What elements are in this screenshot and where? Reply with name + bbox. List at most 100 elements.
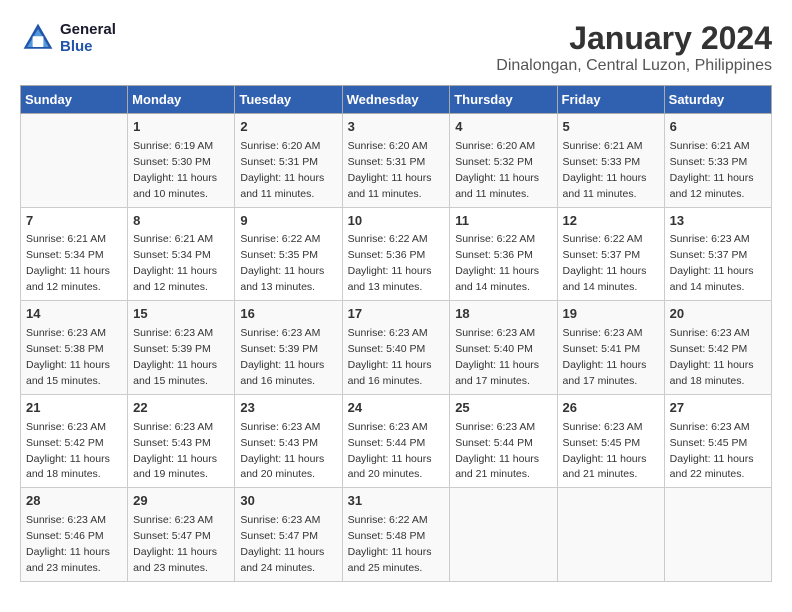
- calendar-cell: 21 Sunrise: 6:23 AMSunset: 5:42 PMDayligh…: [21, 394, 128, 488]
- day-number: 24: [348, 399, 445, 418]
- cell-info: Sunrise: 6:21 AMSunset: 5:34 PMDaylight:…: [133, 233, 217, 293]
- cell-info: Sunrise: 6:23 AMSunset: 5:43 PMDaylight:…: [133, 421, 217, 481]
- day-number: 6: [670, 118, 766, 137]
- calendar-cell: 8 Sunrise: 6:21 AMSunset: 5:34 PMDaylight…: [128, 207, 235, 301]
- calendar-cell: 5Sunrise: 6:21 AMSunset: 5:33 PMDaylight…: [557, 114, 664, 208]
- cell-info: Sunrise: 6:23 AMSunset: 5:44 PMDaylight:…: [455, 421, 539, 481]
- calendar-cell: 18 Sunrise: 6:23 AMSunset: 5:40 PMDayligh…: [450, 301, 557, 395]
- calendar-cell: 23 Sunrise: 6:23 AMSunset: 5:43 PMDayligh…: [235, 394, 342, 488]
- header-row: SundayMondayTuesdayWednesdayThursdayFrid…: [21, 86, 772, 114]
- day-number: 14: [26, 305, 122, 324]
- calendar-cell: 29 Sunrise: 6:23 AMSunset: 5:47 PMDayligh…: [128, 488, 235, 582]
- calendar-cell: 1 Sunrise: 6:19 AMSunset: 5:30 PMDaylight…: [128, 114, 235, 208]
- day-number: 8: [133, 212, 229, 231]
- header-cell-friday: Friday: [557, 86, 664, 114]
- calendar-cell: 4 Sunrise: 6:20 AMSunset: 5:32 PMDaylight…: [450, 114, 557, 208]
- calendar-cell: 19Sunrise: 6:23 AMSunset: 5:41 PMDayligh…: [557, 301, 664, 395]
- day-number: 16: [240, 305, 336, 324]
- day-number: 1: [133, 118, 229, 137]
- header-cell-wednesday: Wednesday: [342, 86, 450, 114]
- calendar-cell: 15Sunrise: 6:23 AMSunset: 5:39 PMDayligh…: [128, 301, 235, 395]
- day-number: 18: [455, 305, 551, 324]
- cell-info: Sunrise: 6:23 AMSunset: 5:47 PMDaylight:…: [240, 514, 324, 574]
- calendar-cell: 22 Sunrise: 6:23 AMSunset: 5:43 PMDayligh…: [128, 394, 235, 488]
- cell-info: Sunrise: 6:23 AMSunset: 5:37 PMDaylight:…: [670, 233, 754, 293]
- day-number: 4: [455, 118, 551, 137]
- cell-info: Sunrise: 6:23 AMSunset: 5:47 PMDaylight:…: [133, 514, 217, 574]
- calendar-cell: [450, 488, 557, 582]
- main-title: January 2024: [496, 20, 772, 57]
- calendar-cell: 6Sunrise: 6:21 AMSunset: 5:33 PMDaylight…: [664, 114, 771, 208]
- day-number: 21: [26, 399, 122, 418]
- calendar-cell: 24 Sunrise: 6:23 AMSunset: 5:44 PMDayligh…: [342, 394, 450, 488]
- cell-info: Sunrise: 6:23 AMSunset: 5:44 PMDaylight:…: [348, 421, 432, 481]
- logo: General Blue: [20, 20, 116, 56]
- cell-info: Sunrise: 6:23 AMSunset: 5:45 PMDaylight:…: [563, 421, 647, 481]
- week-row-4: 21 Sunrise: 6:23 AMSunset: 5:42 PMDayligh…: [21, 394, 772, 488]
- day-number: 11: [455, 212, 551, 231]
- week-row-2: 7Sunrise: 6:21 AMSunset: 5:34 PMDaylight…: [21, 207, 772, 301]
- cell-info: Sunrise: 6:21 AMSunset: 5:33 PMDaylight:…: [563, 140, 647, 200]
- header-cell-sunday: Sunday: [21, 86, 128, 114]
- calendar-cell: 12Sunrise: 6:22 AMSunset: 5:37 PMDayligh…: [557, 207, 664, 301]
- calendar-cell: 27 Sunrise: 6:23 AMSunset: 5:45 PMDayligh…: [664, 394, 771, 488]
- calendar-cell: 3Sunrise: 6:20 AMSunset: 5:31 PMDaylight…: [342, 114, 450, 208]
- cell-info: Sunrise: 6:23 AMSunset: 5:40 PMDaylight:…: [455, 327, 539, 387]
- day-number: 19: [563, 305, 659, 324]
- cell-info: Sunrise: 6:20 AMSunset: 5:32 PMDaylight:…: [455, 140, 539, 200]
- day-number: 2: [240, 118, 336, 137]
- cell-info: Sunrise: 6:22 AMSunset: 5:36 PMDaylight:…: [455, 233, 539, 293]
- week-row-5: 28Sunrise: 6:23 AMSunset: 5:46 PMDayligh…: [21, 488, 772, 582]
- day-number: 29: [133, 492, 229, 511]
- page-header: General Blue January 2024 Dinalongan, Ce…: [20, 20, 772, 75]
- header-cell-monday: Monday: [128, 86, 235, 114]
- calendar-cell: 28Sunrise: 6:23 AMSunset: 5:46 PMDayligh…: [21, 488, 128, 582]
- day-number: 25: [455, 399, 551, 418]
- calendar-cell: 26 Sunrise: 6:23 AMSunset: 5:45 PMDayligh…: [557, 394, 664, 488]
- calendar-cell: 11 Sunrise: 6:22 AMSunset: 5:36 PMDayligh…: [450, 207, 557, 301]
- calendar-cell: 14 Sunrise: 6:23 AMSunset: 5:38 PMDayligh…: [21, 301, 128, 395]
- calendar-cell: 10Sunrise: 6:22 AMSunset: 5:36 PMDayligh…: [342, 207, 450, 301]
- calendar-cell: 17 Sunrise: 6:23 AMSunset: 5:40 PMDayligh…: [342, 301, 450, 395]
- day-number: 17: [348, 305, 445, 324]
- week-row-3: 14 Sunrise: 6:23 AMSunset: 5:38 PMDayligh…: [21, 301, 772, 395]
- logo-text: General Blue: [60, 21, 116, 55]
- calendar-cell: [557, 488, 664, 582]
- day-number: 30: [240, 492, 336, 511]
- header-cell-tuesday: Tuesday: [235, 86, 342, 114]
- day-number: 9: [240, 212, 336, 231]
- calendar-cell: 20 Sunrise: 6:23 AMSunset: 5:42 PMDayligh…: [664, 301, 771, 395]
- cell-info: Sunrise: 6:23 AMSunset: 5:42 PMDaylight:…: [26, 421, 110, 481]
- cell-info: Sunrise: 6:22 AMSunset: 5:37 PMDaylight:…: [563, 233, 647, 293]
- logo-icon: [20, 20, 56, 56]
- cell-info: Sunrise: 6:22 AMSunset: 5:36 PMDaylight:…: [348, 233, 432, 293]
- cell-info: Sunrise: 6:23 AMSunset: 5:46 PMDaylight:…: [26, 514, 110, 574]
- cell-info: Sunrise: 6:23 AMSunset: 5:43 PMDaylight:…: [240, 421, 324, 481]
- header-cell-thursday: Thursday: [450, 86, 557, 114]
- cell-info: Sunrise: 6:23 AMSunset: 5:38 PMDaylight:…: [26, 327, 110, 387]
- day-number: 27: [670, 399, 766, 418]
- calendar-cell: 7Sunrise: 6:21 AMSunset: 5:34 PMDaylight…: [21, 207, 128, 301]
- cell-info: Sunrise: 6:22 AMSunset: 5:35 PMDaylight:…: [240, 233, 324, 293]
- day-number: 23: [240, 399, 336, 418]
- calendar-cell: 31 Sunrise: 6:22 AMSunset: 5:48 PMDayligh…: [342, 488, 450, 582]
- cell-info: Sunrise: 6:23 AMSunset: 5:45 PMDaylight:…: [670, 421, 754, 481]
- day-number: 20: [670, 305, 766, 324]
- cell-info: Sunrise: 6:20 AMSunset: 5:31 PMDaylight:…: [348, 140, 432, 200]
- day-number: 22: [133, 399, 229, 418]
- cell-info: Sunrise: 6:23 AMSunset: 5:39 PMDaylight:…: [240, 327, 324, 387]
- cell-info: Sunrise: 6:23 AMSunset: 5:40 PMDaylight:…: [348, 327, 432, 387]
- calendar-cell: [664, 488, 771, 582]
- header-cell-saturday: Saturday: [664, 86, 771, 114]
- day-number: 31: [348, 492, 445, 511]
- cell-info: Sunrise: 6:23 AMSunset: 5:42 PMDaylight:…: [670, 327, 754, 387]
- day-number: 15: [133, 305, 229, 324]
- calendar-cell: 9 Sunrise: 6:22 AMSunset: 5:35 PMDaylight…: [235, 207, 342, 301]
- title-section: January 2024 Dinalongan, Central Luzon, …: [496, 20, 772, 75]
- subtitle: Dinalongan, Central Luzon, Philippines: [496, 57, 772, 75]
- cell-info: Sunrise: 6:22 AMSunset: 5:48 PMDaylight:…: [348, 514, 432, 574]
- calendar-cell: [21, 114, 128, 208]
- cell-info: Sunrise: 6:19 AMSunset: 5:30 PMDaylight:…: [133, 140, 217, 200]
- day-number: 26: [563, 399, 659, 418]
- calendar-cell: 16 Sunrise: 6:23 AMSunset: 5:39 PMDayligh…: [235, 301, 342, 395]
